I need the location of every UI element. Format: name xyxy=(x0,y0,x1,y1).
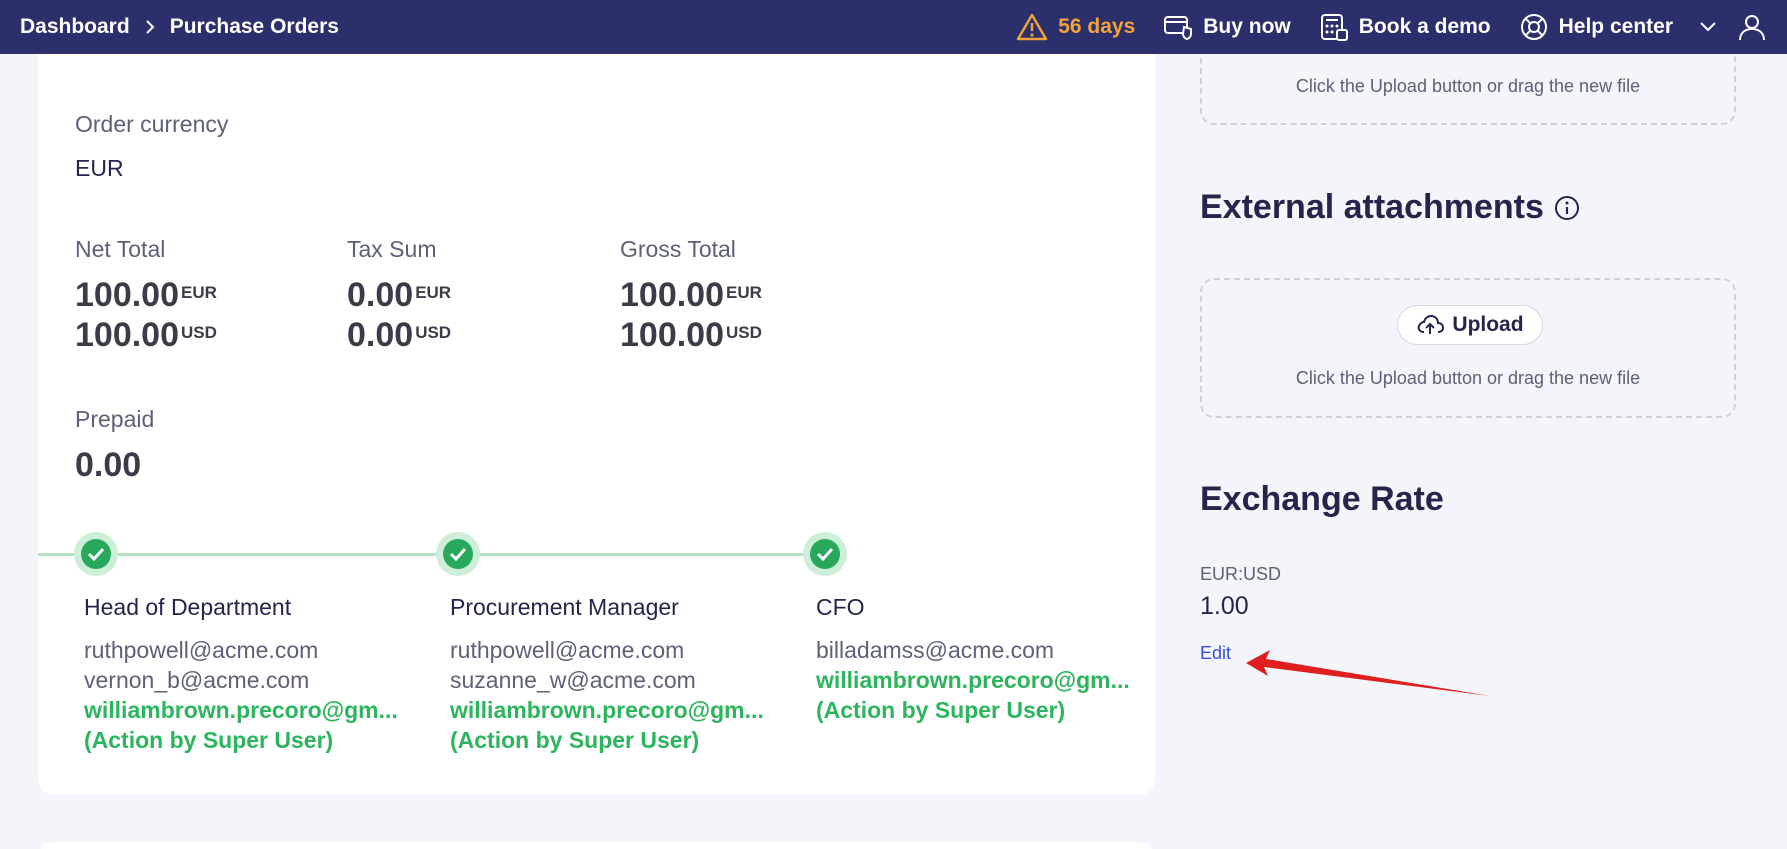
approval-step-title: Head of Department xyxy=(84,594,292,620)
trial-days-text: 56 days xyxy=(1058,15,1136,38)
dropzone-hint: Click the Upload button or drag the new … xyxy=(1295,368,1641,388)
prepaid-label: Prepaid xyxy=(75,406,155,432)
book-demo-button[interactable]: Book a demo xyxy=(1319,12,1491,42)
gross-total-eur: 100.00 EUR xyxy=(620,275,762,315)
approval-step-procurement-manager: Procurement Manager ruthpowell@acme.com … xyxy=(450,594,780,755)
currency-code: USD xyxy=(181,323,217,342)
cloud-upload-icon xyxy=(1418,314,1445,334)
approver-email: vernon_b@acme.com xyxy=(84,667,310,693)
gross-total-usd-value: 100.00 xyxy=(620,316,724,354)
tax-sum-eur: 0.00 EUR xyxy=(347,275,451,315)
order-currency-label: Order currency xyxy=(75,111,229,137)
tax-sum-eur-value: 0.00 xyxy=(347,276,414,314)
approval-actor: williambrown.precoro@gm... xyxy=(450,697,764,723)
currency-code: USD xyxy=(415,323,452,342)
breadcrumb-dashboard[interactable]: Dashboard xyxy=(20,15,130,39)
approval-note: (Action by Super User) xyxy=(816,697,1066,723)
calculator-icon xyxy=(1320,14,1348,41)
dropzone-hint: Click the Upload button or drag the new … xyxy=(1295,76,1641,96)
exchange-rate-title: Exchange Rate xyxy=(1200,480,1444,518)
info-icon[interactable] xyxy=(1554,195,1580,221)
warning-icon xyxy=(1017,13,1048,41)
currency-code: USD xyxy=(726,323,762,342)
external-attachments-heading: External attachments xyxy=(1200,188,1544,226)
net-total-usd-value: 100.00 xyxy=(75,316,179,354)
book-demo-label: Book a demo xyxy=(1358,15,1491,38)
edit-exchange-rate-link[interactable]: Edit xyxy=(1200,643,1231,664)
order-currency-value: EUR xyxy=(75,155,124,181)
chevron-right-icon xyxy=(144,19,156,35)
check-icon xyxy=(816,547,834,561)
approval-note: (Action by Super User) xyxy=(84,727,334,753)
check-icon xyxy=(449,547,467,561)
trial-days-indicator[interactable]: 56 days xyxy=(1016,12,1135,42)
approval-step-cfo: CFO billadamss@acme.com williambrown.pre… xyxy=(816,594,1146,725)
approval-step-dot xyxy=(803,532,847,576)
approval-actor: williambrown.precoro@gm... xyxy=(84,697,398,723)
approval-step-head-of-department: Head of Department ruthpowell@acme.com v… xyxy=(84,594,414,755)
approval-step-title: Procurement Manager xyxy=(450,594,679,620)
approval-step-title: CFO xyxy=(816,594,865,620)
breadcrumb-purchase-orders[interactable]: Purchase Orders xyxy=(170,15,339,39)
annotation-arrow-icon xyxy=(1246,650,1490,696)
help-center-label: Help center xyxy=(1558,15,1673,38)
tax-sum-usd-value: 0.00 xyxy=(347,316,414,354)
external-attachments-dropzone[interactable]: Upload Click the Upload button or drag t… xyxy=(1200,278,1736,418)
card-shield-icon xyxy=(1164,16,1193,41)
approver-email: ruthpowell@acme.com xyxy=(450,637,685,663)
check-icon xyxy=(87,547,105,561)
user-profile-icon[interactable] xyxy=(1737,12,1767,42)
currency-code: EUR xyxy=(415,283,452,302)
gross-total-eur-value: 100.00 xyxy=(620,276,724,314)
help-center-button[interactable]: Help center xyxy=(1519,12,1673,42)
buy-now-label: Buy now xyxy=(1203,15,1291,38)
lifebuoy-icon xyxy=(1520,14,1547,40)
net-total-usd: 100.00 USD xyxy=(75,315,217,355)
tax-sum-usd: 0.00 USD xyxy=(347,315,451,355)
approval-step-dot xyxy=(74,532,118,576)
external-attachments-title: External attachments xyxy=(1200,188,1580,227)
chevron-down-icon[interactable] xyxy=(1699,21,1717,33)
upload-button[interactable]: Upload xyxy=(1397,305,1543,345)
approver-email: suzanne_w@acme.com xyxy=(450,667,696,693)
prepaid-value: 0.00 xyxy=(75,446,142,484)
net-total-eur-value: 100.00 xyxy=(75,276,179,314)
net-total-label: Net Total xyxy=(75,236,166,262)
next-section-card xyxy=(38,842,1155,849)
approval-actor: williambrown.precoro@gm... xyxy=(816,667,1130,693)
currency-code: EUR xyxy=(181,283,217,302)
gross-total-usd: 100.00 USD xyxy=(620,315,762,355)
exchange-rate-pair: EUR:USD xyxy=(1200,564,1282,584)
breadcrumb: Dashboard Purchase Orders xyxy=(20,15,339,39)
approver-email: billadamss@acme.com xyxy=(816,637,1055,663)
currency-code: EUR xyxy=(726,283,762,302)
top-navigation-bar: Dashboard Purchase Orders 56 days Buy no… xyxy=(0,0,1787,54)
buy-now-button[interactable]: Buy now xyxy=(1163,13,1291,41)
approval-timeline-line xyxy=(38,553,828,556)
net-total-eur: 100.00 EUR xyxy=(75,275,217,315)
approval-step-dot xyxy=(436,532,480,576)
topbar-actions: 56 days Buy now Book a demo Help center xyxy=(1016,12,1767,42)
upload-button-label: Upload xyxy=(1452,313,1524,336)
gross-total-label: Gross Total xyxy=(620,236,736,262)
tax-sum-label: Tax Sum xyxy=(347,236,437,262)
approver-email: ruthpowell@acme.com xyxy=(84,637,319,663)
exchange-rate-value: 1.00 xyxy=(1200,592,1249,620)
approval-note: (Action by Super User) xyxy=(450,727,700,753)
